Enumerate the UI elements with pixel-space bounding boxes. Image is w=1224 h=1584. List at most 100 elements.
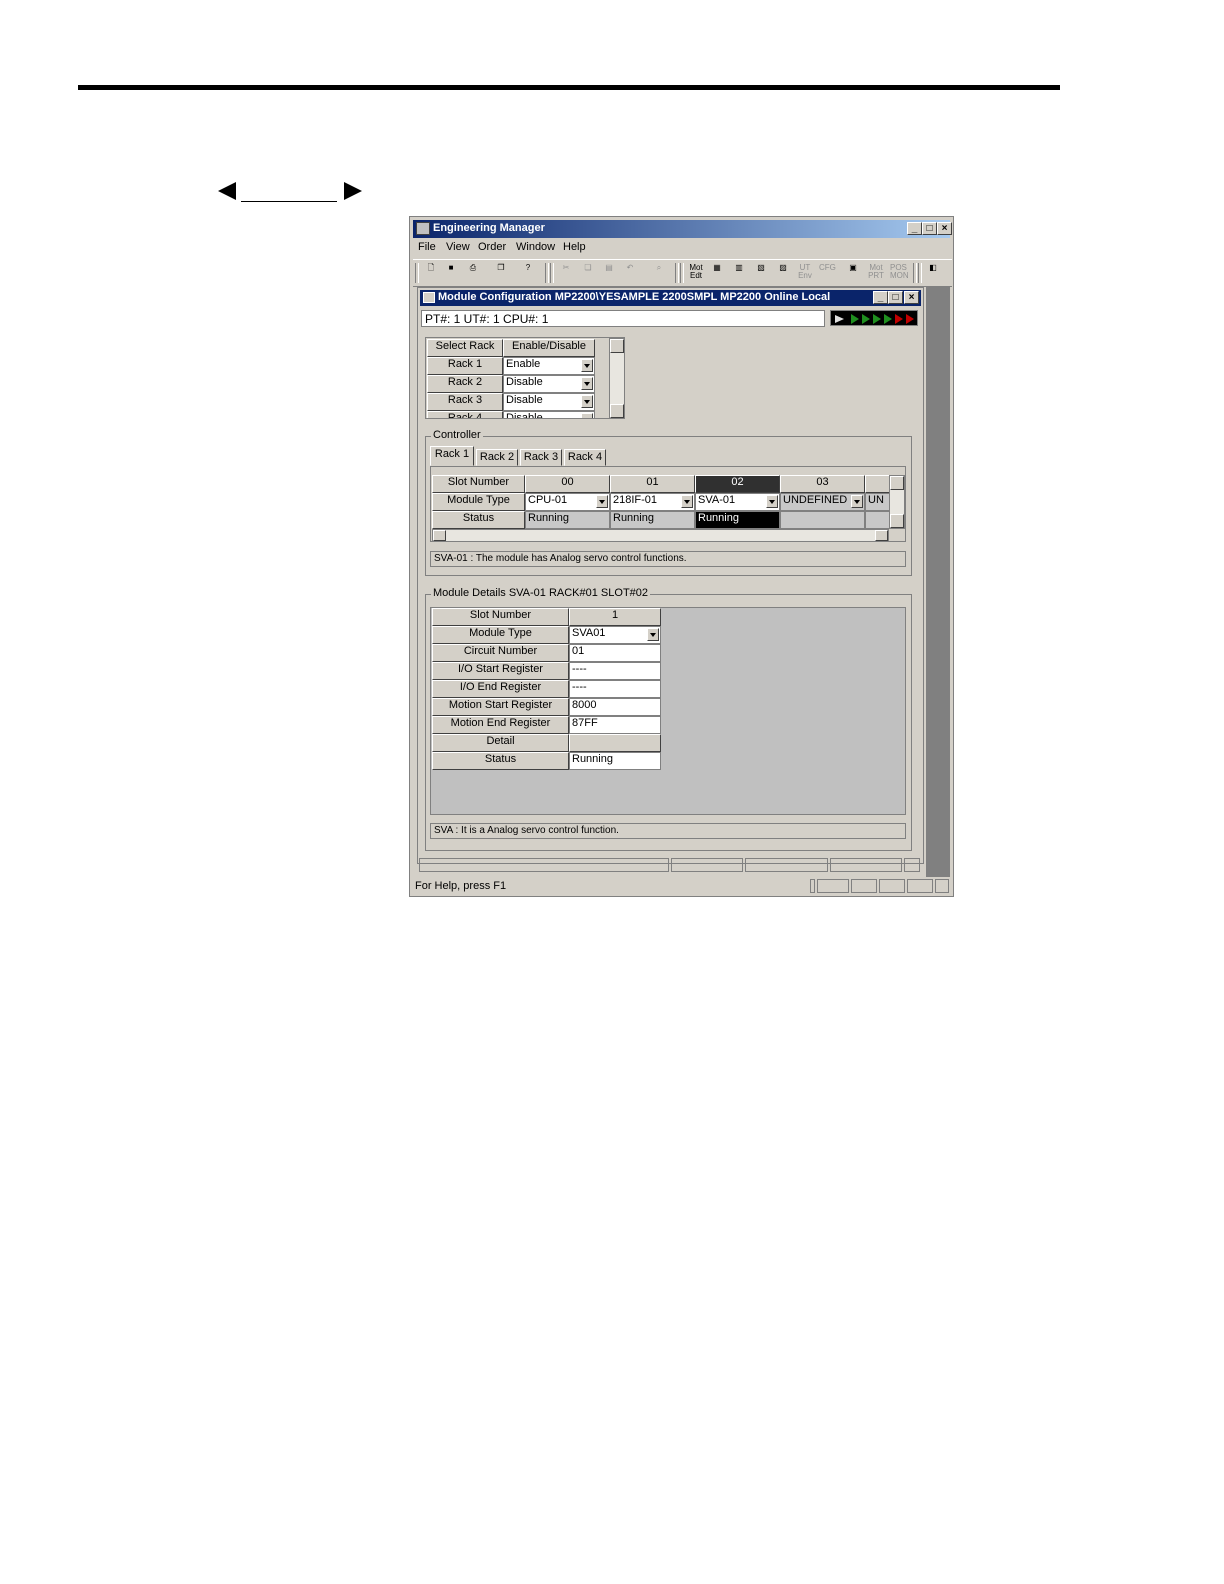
pos-mon-icon[interactable]: POS MON (890, 264, 909, 280)
paste-icon[interactable]: ▤ (601, 264, 617, 280)
detail-value-input[interactable]: 87FF (569, 716, 661, 734)
menu-window[interactable]: Window (516, 241, 555, 253)
module-type-select[interactable]: SVA-01 (695, 493, 780, 511)
close-button[interactable]: × (937, 222, 952, 235)
resize-grip-icon[interactable] (904, 858, 920, 872)
status-pane (745, 858, 828, 872)
mot-edit-icon[interactable]: Mot Edt (688, 264, 704, 280)
find-icon[interactable]: ⌕ (651, 264, 667, 280)
chevron-down-icon[interactable] (596, 495, 608, 508)
scroll-left-icon[interactable] (433, 530, 446, 541)
child-title-bar: Module Configuration MP2200\YESAMPLE 220… (420, 290, 921, 306)
chevron-down-icon[interactable] (581, 413, 593, 418)
document-icon (423, 292, 435, 303)
tab-rack-1[interactable]: Rack 1 (430, 446, 474, 466)
chevron-down-icon[interactable] (851, 495, 863, 508)
mot-prt-icon[interactable]: Mot PRT (868, 264, 884, 280)
copy-doc-icon[interactable]: ❐ (493, 264, 509, 280)
detail-status-value: Running (569, 752, 661, 770)
rack-enable-select[interactable]: Disable (503, 411, 595, 418)
cut-icon[interactable]: ✂ (558, 264, 574, 280)
copy-icon[interactable]: ❏ (580, 264, 596, 280)
status-pane (817, 879, 849, 893)
toolbar: 🗋 ■ ⎙ ❐ ? ✂ ❏ ▤ ↶ ⌕ Mot Edt ▦ ▥ ▧ ▨ UT E… (413, 259, 952, 287)
menu-view[interactable]: View (446, 241, 470, 253)
menu-help[interactable]: Help (563, 241, 586, 253)
tab-rack-4[interactable]: Rack 4 (564, 449, 606, 466)
led-green-icon (873, 314, 881, 324)
status-pane (810, 879, 815, 893)
module-type-select[interactable]: CPU-01 (525, 493, 610, 511)
chevron-down-icon[interactable] (681, 495, 693, 508)
detail-value-input[interactable]: ---- (569, 680, 661, 698)
scroll-up-icon[interactable] (610, 339, 624, 353)
save-icon[interactable]: ■ (443, 264, 459, 280)
child-close-button[interactable]: × (904, 291, 919, 304)
scroll-down-icon[interactable] (890, 514, 904, 528)
details-description-text: SVA : It is a Analog servo control funct… (434, 825, 619, 836)
module-icon[interactable]: ▦ (709, 264, 725, 280)
rack-enable-select[interactable]: Enable (503, 357, 595, 375)
chevron-down-icon[interactable] (581, 395, 593, 408)
window-icon[interactable]: ◧ (925, 264, 941, 280)
window-title: Engineering Manager (433, 222, 545, 234)
child-maximize-button[interactable]: □ (888, 291, 903, 304)
chevron-down-icon[interactable] (581, 377, 593, 390)
chevron-down-icon[interactable] (647, 628, 659, 641)
detail-name: Motion End Register (432, 716, 569, 734)
slot-status-selected[interactable]: Running (695, 511, 780, 529)
module-type-header: Module Type (432, 493, 525, 511)
enable-header: Enable/Disable (503, 339, 595, 357)
new-icon[interactable]: 🗋 (423, 264, 439, 280)
slot-hscrollbar[interactable] (432, 529, 889, 541)
detail-value-input[interactable]: 01 (569, 644, 661, 662)
detail-module-type-select[interactable]: SVA01 (569, 626, 661, 644)
controller-description-text: SVA-01 : The module has Analog servo con… (434, 553, 687, 564)
undo-icon[interactable]: ↶ (622, 264, 638, 280)
cfg-icon[interactable]: CFG (819, 264, 836, 280)
details-grid: Slot Number 1 Module Type SVA01 Circuit … (430, 607, 906, 815)
detail-value-input[interactable]: ---- (569, 662, 661, 680)
resize-grip-icon[interactable] (935, 879, 949, 893)
mdi-background (926, 287, 950, 877)
chevron-down-icon[interactable] (766, 495, 778, 508)
chevron-down-icon[interactable] (581, 359, 593, 372)
scroll-up-icon[interactable] (890, 476, 904, 490)
rack-row-label: Rack 3 (427, 393, 503, 411)
menu-file[interactable]: File (418, 241, 436, 253)
led-red-icon (906, 314, 914, 324)
module-config-icon[interactable]: ▣ (845, 264, 861, 280)
toolbar-separator (913, 263, 917, 283)
io-icon[interactable]: ▨ (775, 264, 791, 280)
detail-value-input[interactable]: 8000 (569, 698, 661, 716)
rack-scrollbar[interactable] (609, 338, 624, 418)
tab-rack-2[interactable]: Rack 2 (476, 449, 518, 466)
rack-enable-select[interactable]: Disable (503, 375, 595, 393)
register-icon[interactable]: ▥ (731, 264, 747, 280)
ut-env-icon[interactable]: UT Env (797, 264, 813, 280)
slot-vscrollbar[interactable] (889, 475, 905, 529)
minimize-button[interactable]: _ (907, 222, 922, 235)
counter-icon[interactable]: ▧ (753, 264, 769, 280)
module-type-select[interactable]: 218IF-01 (610, 493, 695, 511)
scroll-down-icon[interactable] (610, 404, 624, 418)
status-pane (671, 858, 743, 872)
module-type-value: CPU-01 (528, 494, 568, 506)
detail-button[interactable] (569, 734, 661, 752)
slot-number-header: Slot Number (432, 475, 525, 493)
slot-status: Running (525, 511, 610, 529)
slot-grid: Slot Number Module Type Status 00 CPU-01… (430, 466, 906, 542)
rack-enable-select[interactable]: Disable (503, 393, 595, 411)
module-type-select[interactable]: UNDEFINED (780, 493, 865, 511)
detail-name: I/O Start Register (432, 662, 569, 680)
tab-rack-3[interactable]: Rack 3 (520, 449, 562, 466)
status-pane (830, 858, 902, 872)
scroll-right-icon[interactable] (875, 530, 888, 541)
module-type-value: 218IF-01 (613, 494, 658, 506)
menu-order[interactable]: Order (478, 241, 506, 253)
maximize-button[interactable]: □ (922, 222, 937, 235)
help-icon[interactable]: ? (520, 264, 536, 280)
left-arrow-icon (218, 182, 236, 200)
print-icon[interactable]: ⎙ (465, 264, 481, 280)
child-minimize-button[interactable]: _ (873, 291, 888, 304)
